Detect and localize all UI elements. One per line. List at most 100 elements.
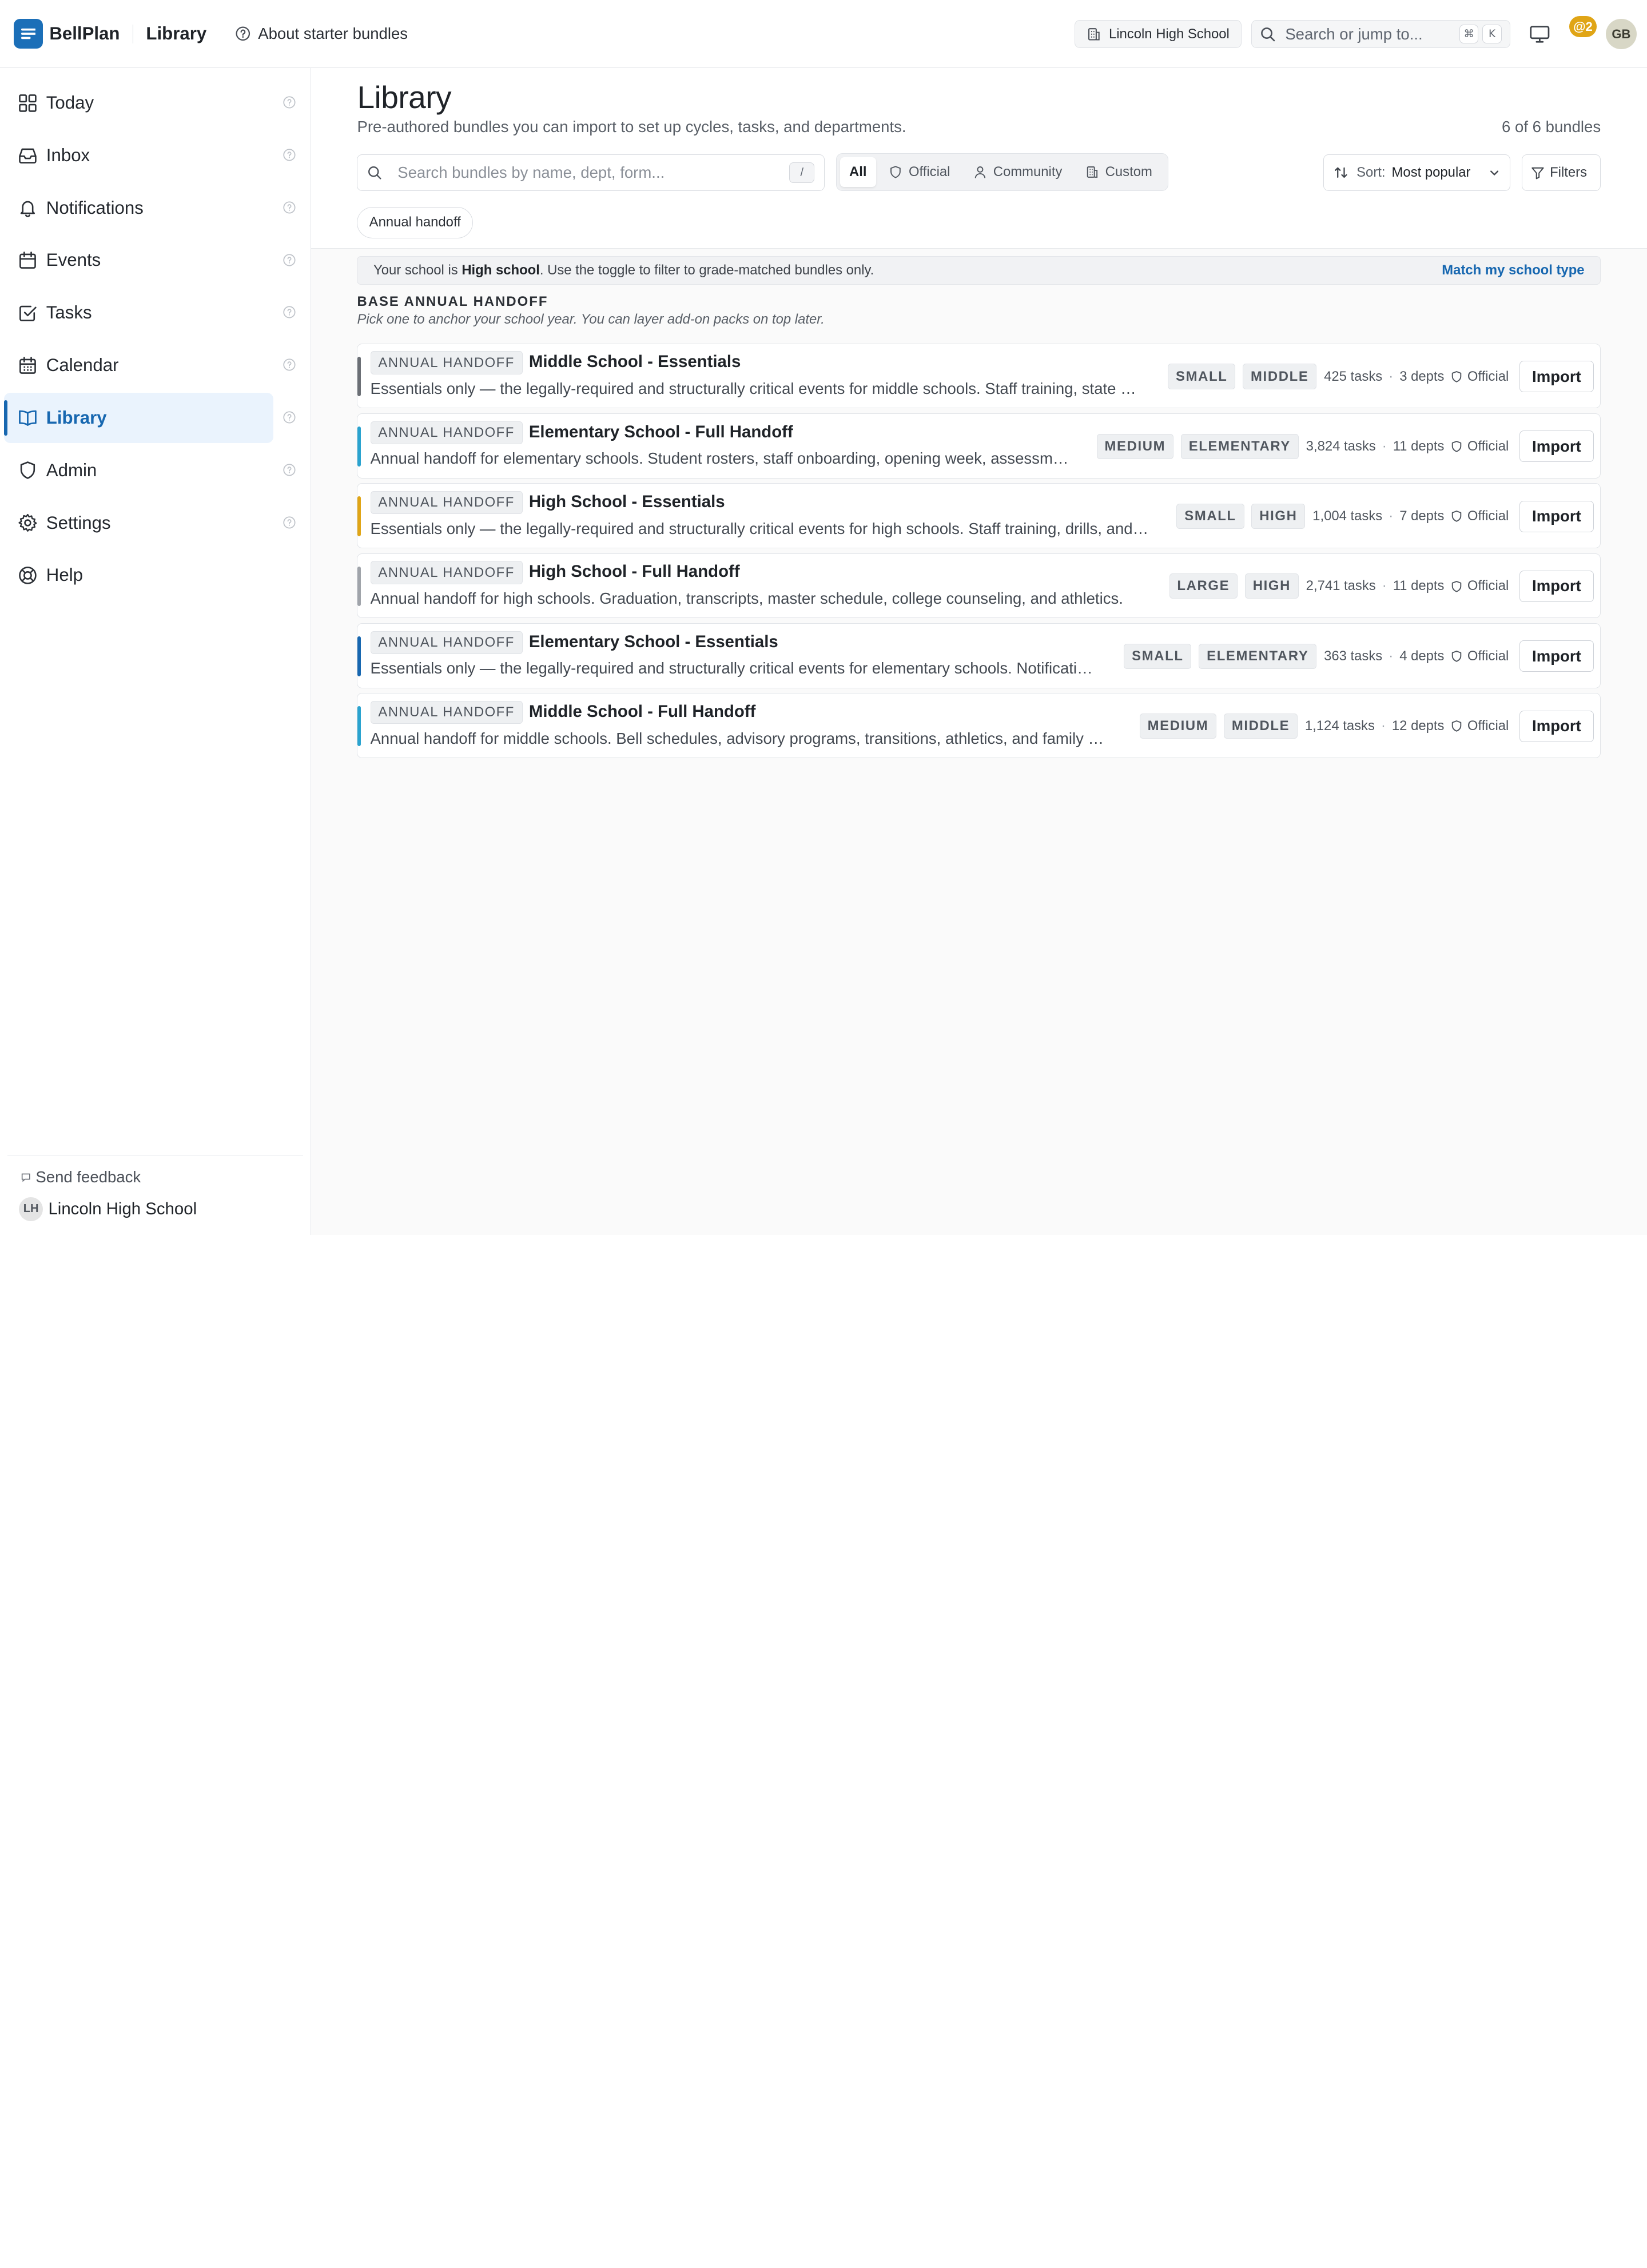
sort-value: Most popular [1391, 165, 1471, 181]
match-school-type-link[interactable]: Match my school type [1442, 262, 1584, 278]
bundle-size-badge: SMALL [1168, 364, 1236, 389]
sidebar-item-today[interactable]: Today [0, 78, 311, 128]
help-circle-icon[interactable] [283, 410, 296, 424]
sidebar-item-notifications[interactable]: Notifications [0, 183, 311, 233]
sidebar-item-events[interactable]: Events [0, 235, 311, 285]
sort-dropdown[interactable]: Sort: Most popular [1323, 154, 1511, 192]
help-circle-icon[interactable] [283, 463, 296, 477]
about-starter-bundles-link[interactable]: About starter bundles [235, 25, 408, 43]
bundle-accent-bar [357, 426, 361, 467]
bundle-name[interactable]: Middle School - Full Handoff [529, 702, 756, 722]
calendar-grid-icon [18, 356, 38, 376]
help-circle-icon[interactable] [283, 95, 296, 109]
bundle-name[interactable]: High School - Essentials [529, 492, 725, 512]
bundle-row[interactable]: ANNUAL HANDOFF Elementary School - Essen… [357, 623, 1601, 688]
bundle-level-badge: MIDDLE [1223, 714, 1298, 739]
shortcut-key-k: K [1482, 25, 1502, 44]
brand[interactable]: BellPlan Library [13, 19, 207, 49]
bundle-task-count: 1,124 tasks [1304, 718, 1375, 734]
sidebar-item-tasks[interactable]: Tasks [0, 288, 311, 338]
notice-text: Your school is High school. Use the togg… [373, 262, 1442, 278]
bundle-row[interactable]: ANNUAL HANDOFF Elementary School - Full … [357, 413, 1601, 479]
filter-tab-all[interactable]: All [840, 157, 877, 187]
user-avatar[interactable]: GB [1606, 19, 1637, 50]
sidebar-item-inbox[interactable]: Inbox [0, 130, 311, 181]
building-icon [1087, 166, 1097, 178]
notice-suffix: . Use the toggle to filter to grade-matc… [539, 262, 874, 278]
import-button[interactable]: Import [1519, 710, 1594, 742]
sidebar-item-help[interactable]: Help [0, 550, 311, 600]
sidebar-item-label: Notifications [46, 197, 144, 218]
bundle-size-badge: MEDIUM [1139, 714, 1217, 739]
about-link-label: About starter bundles [258, 25, 408, 43]
global-search-input[interactable]: Search or jump to... ⌘ K [1251, 19, 1511, 49]
inbox-icon [18, 145, 38, 165]
sidebar-item-admin[interactable]: Admin [0, 445, 311, 496]
bundle-description: Essentials only — the legally-required a… [370, 659, 1100, 677]
meta-separator: · [1382, 578, 1387, 594]
import-button[interactable]: Import [1519, 360, 1594, 393]
bundle-name[interactable]: High School - Full Handoff [529, 562, 740, 581]
sidebar-item-label: Admin [46, 460, 97, 480]
sidebar-item-label: Settings [46, 512, 111, 533]
sidebar-item-label: Today [46, 92, 94, 113]
send-feedback-link[interactable]: Send feedback [7, 1168, 303, 1186]
current-page-label: Library [146, 23, 207, 44]
bundle-row[interactable]: ANNUAL HANDOFF Middle School - Essential… [357, 343, 1601, 409]
bundle-name[interactable]: Elementary School - Essentials [529, 632, 778, 652]
help-circle-icon[interactable] [283, 516, 296, 529]
bundle-task-count: 2,741 tasks [1306, 578, 1376, 594]
import-button[interactable]: Import [1519, 431, 1594, 463]
bundle-name[interactable]: Middle School - Essentials [529, 352, 741, 372]
mentions-button[interactable]: @2 [1569, 16, 1597, 48]
sidebar-item-library[interactable]: Library [0, 392, 311, 444]
bundle-dept-count: 7 depts [1399, 508, 1445, 524]
bundle-dept-count: 11 depts [1393, 578, 1445, 594]
bundle-meta: SMALL MIDDLE 425 tasks · 3 depts Officia… [1168, 344, 1594, 408]
import-button[interactable]: Import [1519, 570, 1594, 602]
help-circle-icon[interactable] [283, 201, 296, 214]
filters-button[interactable]: Filters [1522, 154, 1601, 192]
bundle-category-tag: ANNUAL HANDOFF [370, 561, 523, 584]
bundle-description: Annual handoff for elementary schools. S… [370, 449, 1070, 468]
sidebar-item-label: Tasks [46, 302, 92, 323]
official-badge-label: Official [1467, 648, 1509, 664]
bundle-search-input[interactable]: Search bundles by name, dept, form... / [357, 154, 825, 192]
import-button[interactable]: Import [1519, 500, 1594, 532]
bundle-task-count: 363 tasks [1324, 648, 1383, 664]
shield-icon [1452, 440, 1462, 452]
help-circle-icon[interactable] [283, 358, 296, 372]
help-circle-icon [236, 26, 250, 41]
bundle-level-badge: MIDDLE [1243, 364, 1317, 389]
filter-tab-official[interactable]: Official [878, 157, 961, 186]
mentions-badge: @2 [1569, 16, 1597, 38]
bundle-name[interactable]: Elementary School - Full Handoff [529, 422, 793, 442]
bundle-row[interactable]: ANNUAL HANDOFF High School - Essentials … [357, 483, 1601, 549]
sidebar-item-settings[interactable]: Settings [0, 498, 311, 548]
import-button[interactable]: Import [1519, 640, 1594, 672]
grid-icon [18, 93, 38, 113]
filter-tab-custom[interactable]: Custom [1075, 157, 1163, 186]
bundle-row[interactable]: ANNUAL HANDOFF Middle School - Full Hand… [357, 693, 1601, 759]
bundle-accent-bar [357, 356, 361, 397]
active-filter-chip[interactable]: Annual handoff [357, 206, 473, 238]
sidebar-item-label: Inbox [46, 145, 90, 165]
sidebar-item-calendar[interactable]: Calendar [0, 340, 311, 390]
help-circle-icon[interactable] [283, 253, 296, 267]
active-filter-chip-label: Annual handoff [369, 214, 461, 230]
display-mode-button[interactable] [1528, 22, 1551, 45]
help-circle-icon[interactable] [283, 305, 296, 319]
bundle-row[interactable]: ANNUAL HANDOFF High School - Full Handof… [357, 553, 1601, 619]
bundle-accent-bar [357, 496, 361, 537]
search-shortcut-key: / [789, 162, 815, 184]
help-circle-icon[interactable] [283, 148, 296, 162]
school-account[interactable]: LH Lincoln High School [7, 1197, 303, 1221]
official-badge: Official [1450, 578, 1509, 594]
official-badge: Official [1450, 648, 1509, 664]
school-switcher[interactable]: Lincoln High School [1075, 19, 1242, 49]
filter-tab-community[interactable]: Community [962, 157, 1072, 186]
meta-separator: · [1382, 438, 1387, 454]
bundle-category-tag: ANNUAL HANDOFF [370, 631, 523, 655]
bellplan-logo-icon [13, 19, 43, 49]
bundle-task-count: 3,824 tasks [1306, 438, 1376, 454]
